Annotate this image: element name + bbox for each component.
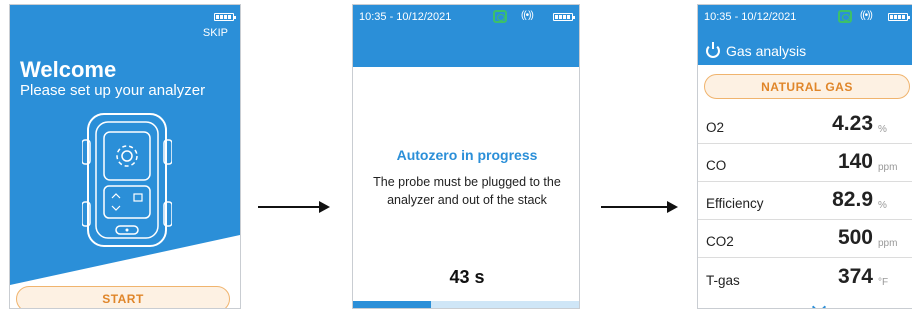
power-icon[interactable] (706, 42, 720, 58)
measurement-unit: ppm (878, 162, 898, 173)
battery-icon (888, 13, 910, 21)
measurement-value: 140 (837, 150, 873, 173)
analyzer-device-illustration (82, 113, 172, 247)
countdown: 43 s (449, 267, 485, 287)
battery-icon (214, 13, 236, 21)
status-time: 10:35 - 10/12/2021 (359, 11, 452, 23)
autozero-progress-bar (353, 301, 579, 308)
welcome-screen: SKIP Welcome Please set up your analyzer… (9, 4, 241, 309)
gear-icon (116, 145, 138, 167)
radio-signal-icon: ((•)) (860, 10, 873, 21)
page-title: Gas analysis (706, 42, 807, 59)
measurement-value: 374 (837, 265, 873, 288)
measurement-unit: % (878, 200, 887, 211)
cloud-sync-icon (493, 10, 507, 23)
autozero-heading: Autozero in progress (396, 147, 538, 163)
header: 10:35 - 10/12/2021 ((•)) Gas analysis (698, 5, 912, 65)
measurement-unit: °F (878, 277, 889, 288)
measurement-unit: % (878, 124, 887, 135)
chevron-down-icon[interactable] (811, 299, 827, 308)
start-button[interactable]: START (16, 286, 230, 308)
welcome-subtitle: Please set up your analyzer (20, 82, 206, 99)
status-bar: 10:35 - 10/12/2021 ((•)) (353, 5, 579, 67)
measurement-value: 82.9 (832, 188, 873, 211)
arrow-right-icon (258, 201, 330, 213)
figure: SKIP Welcome Please set up your analyzer… (0, 0, 912, 309)
measurement-row: T-gas 374 °F (698, 258, 912, 296)
arrow-right-icon (601, 201, 678, 213)
battery-icon (553, 13, 575, 21)
measurement-row: Efficiency 82.9 % (698, 182, 912, 220)
measurement-row: CO 140 ppm (698, 144, 912, 182)
measurement-row: O2 4.23 % (698, 106, 912, 144)
autozero-message: The probe must be plugged to the analyze… (373, 175, 561, 207)
autozero-screen: 10:35 - 10/12/2021 ((•)) Autozero in pro… (352, 4, 580, 309)
welcome-title: Welcome (20, 57, 117, 82)
gas-type-button[interactable]: NATURAL GAS (704, 74, 910, 99)
cloud-sync-icon (838, 10, 852, 23)
measurement-value: 4.23 (832, 112, 873, 135)
measurement-name: CO (706, 158, 727, 173)
measurement-name: Efficiency (706, 196, 764, 211)
measurement-name: O2 (706, 120, 725, 135)
progress-fill (353, 301, 431, 308)
gas-analysis-screen: 10:35 - 10/12/2021 ((•)) Gas analysis NA… (697, 4, 912, 309)
skip-button[interactable]: SKIP (203, 27, 228, 39)
radio-signal-icon: ((•)) (521, 10, 534, 21)
measurement-unit: ppm (878, 238, 898, 249)
status-bar: 10:35 - 10/12/2021 ((•)) (698, 5, 912, 29)
measurement-value: 500 (837, 226, 873, 249)
page-title-text: Gas analysis (726, 43, 807, 59)
measurement-row: CO2 500 ppm (698, 220, 912, 258)
status-time: 10:35 - 10/12/2021 (704, 11, 797, 23)
measurement-name: CO2 (706, 234, 734, 249)
measurement-name: T-gas (706, 273, 740, 288)
